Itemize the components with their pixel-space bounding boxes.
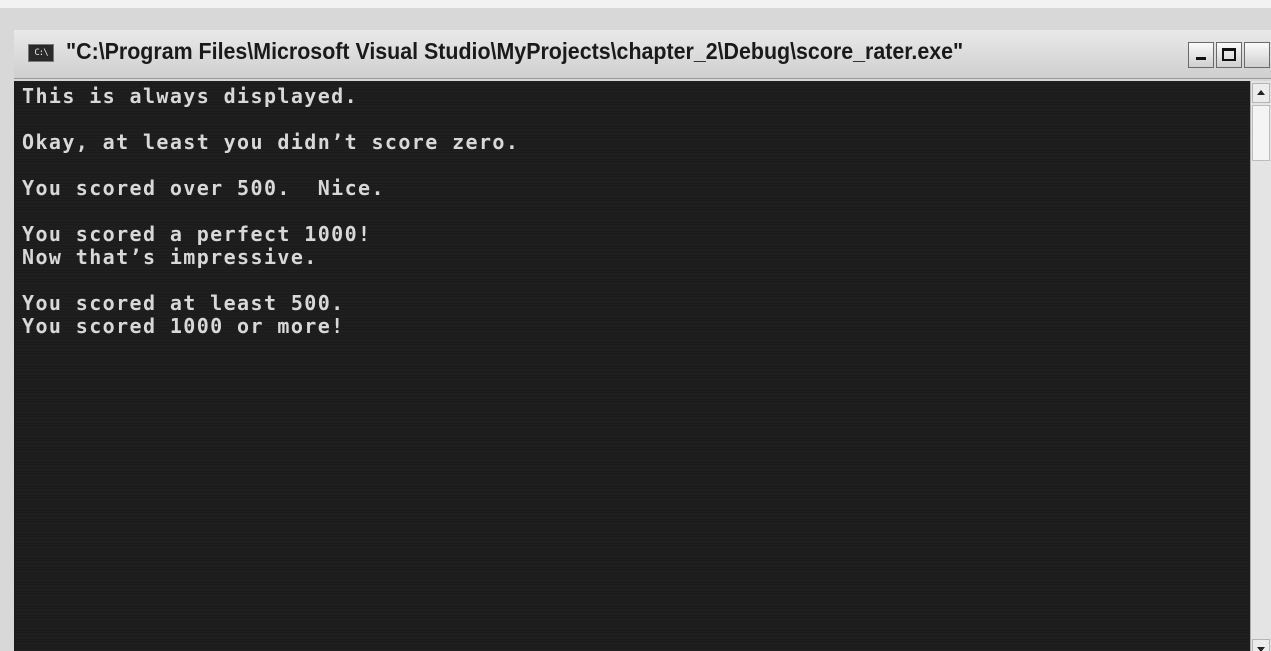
console-line: You scored a perfect 1000! [22, 222, 372, 246]
minimize-button[interactable] [1188, 42, 1214, 68]
title-bar[interactable]: C:\ "C:\Program Files\Microsoft Visual S… [14, 30, 1271, 79]
console-line: Now that’s impressive. [22, 245, 318, 269]
console-line: You scored 1000 or more! [22, 314, 345, 338]
console-app-icon[interactable]: C:\ [28, 44, 54, 62]
console-line: This is always displayed. [22, 84, 359, 108]
close-button[interactable] [1244, 42, 1270, 68]
console-output[interactable]: This is always displayed. Okay, at least… [14, 81, 1250, 651]
maximize-button[interactable] [1216, 42, 1242, 68]
minimize-icon [1196, 57, 1206, 60]
scroll-thumb[interactable] [1252, 105, 1270, 161]
scroll-up-arrow-icon [1257, 90, 1265, 95]
console-window: C:\ "C:\Program Files\Microsoft Visual S… [0, 0, 1271, 651]
maximize-icon [1222, 48, 1236, 61]
vertical-scrollbar[interactable] [1250, 81, 1271, 651]
window-title: "C:\Program Files\Microsoft Visual Studi… [66, 38, 964, 64]
scroll-down-button[interactable] [1252, 639, 1270, 651]
console-line: You scored over 500. Nice. [22, 176, 385, 200]
console-line: Okay, at least you didn’t score zero. [22, 130, 520, 154]
scroll-down-arrow-icon [1257, 647, 1265, 651]
scroll-up-button[interactable] [1252, 83, 1270, 103]
console-line: You scored at least 500. [22, 291, 345, 315]
